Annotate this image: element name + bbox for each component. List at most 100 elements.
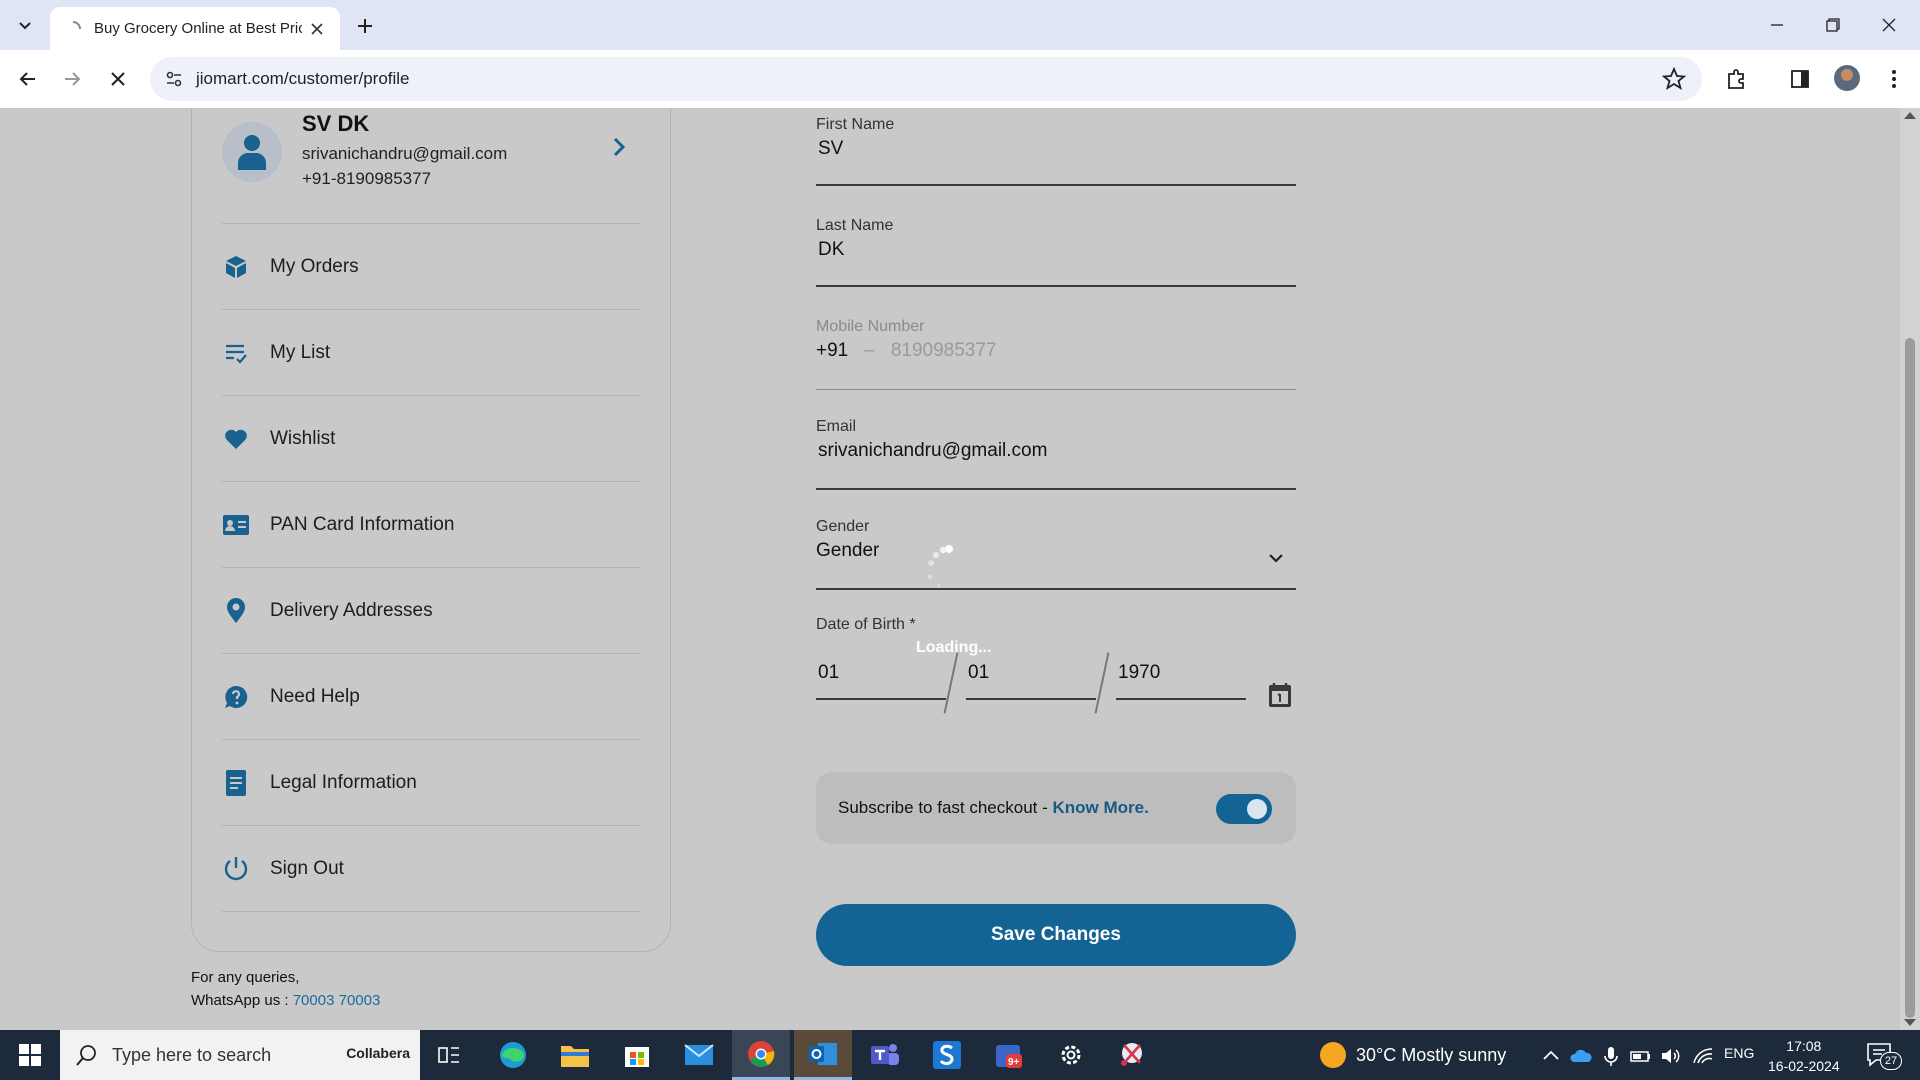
chevron-down-icon [19,22,31,30]
language-indicator[interactable]: ENG [1724,1045,1754,1061]
page-scrollbar[interactable] [1900,108,1920,1030]
onedrive-cloud-icon[interactable] [1570,1045,1592,1067]
gender-label: Gender [816,518,870,535]
weather-widget[interactable]: 30°C Mostly sunny [1320,1042,1506,1068]
search-icon [76,1045,96,1066]
chrome-menu-button[interactable] [1880,65,1908,93]
menu-item-my-list[interactable]: My List [222,309,640,395]
edge-icon [500,1042,526,1068]
stop-loading-button[interactable] [102,63,134,95]
dob-label-row: Date of Birth * [816,616,1296,646]
plus-icon [358,19,372,33]
gender-value[interactable]: Gender [816,540,1296,562]
taskbar-outlook[interactable] [794,1030,852,1080]
first-name-label: First Name [816,116,895,133]
dob-day-value[interactable]: 01 [816,662,946,684]
dob-month-value[interactable]: 01 [966,662,1096,684]
extensions-button[interactable] [1722,65,1750,93]
profile-email: srivanichandru@gmail.com [302,144,508,163]
save-changes-button[interactable]: Save Changes [816,904,1296,966]
volume-icon[interactable] [1660,1045,1682,1067]
dob-day-input[interactable]: 01 [816,662,946,700]
taskbar-store[interactable] [608,1030,666,1080]
menu-item-pan-card[interactable]: PAN Card Information [222,481,640,567]
email-input[interactable]: srivanichandru@gmail.com [816,440,1296,462]
scroll-down-arrow-icon[interactable] [1904,1019,1916,1026]
subscribe-fast-checkout: Subscribe to fast checkout - Know More. [816,772,1296,844]
menu-item-need-help[interactable]: Need Help [222,653,640,739]
profile-chevron-icon[interactable] [606,134,632,160]
profile-avatar-icon[interactable] [1834,65,1860,91]
mobile-number-row: +91 – 8190985377 [816,340,1296,362]
side-panel-button[interactable] [1786,65,1814,93]
back-button[interactable] [12,63,44,95]
know-more-link[interactable]: Know More. [1053,798,1149,817]
mobile-number-field: Mobile Number +91 – 8190985377 [816,318,1296,390]
chevron-down-icon[interactable] [1266,548,1286,568]
more-vertical-icon [1892,70,1896,88]
last-name-field[interactable]: Last Name DK [816,217,1296,287]
menu-item-legal-information[interactable]: Legal Information [222,739,640,825]
queries-info: For any queries, WhatsApp us : 70003 700… [191,966,380,1012]
taskbar-teams[interactable] [856,1030,914,1080]
wifi-icon[interactable] [1692,1045,1714,1067]
last-name-input[interactable]: DK [816,239,1296,261]
menu-label: My List [270,341,331,363]
menu-item-sign-out[interactable]: Sign Out [222,825,640,911]
taskbar-snipping-tool[interactable] [1104,1030,1162,1080]
bookmark-star-icon[interactable] [1662,67,1686,91]
dob-year-value[interactable]: 1970 [1116,662,1246,684]
microphone-icon[interactable] [1600,1045,1622,1067]
box-icon [222,253,250,281]
taskbar-search[interactable]: Type here to search Collabera [60,1030,420,1080]
dob-month-input[interactable]: 01 [966,662,1096,700]
close-window-button[interactable] [1856,0,1920,50]
taskbar-file-explorer[interactable] [546,1030,604,1080]
search-brand-label: Collabera [346,1045,410,1061]
dob-year-input[interactable]: 1970 [1116,662,1246,700]
active-tab[interactable]: Buy Grocery Online at Best Price [50,7,340,50]
task-view-button[interactable] [420,1030,478,1080]
taskbar-chrome[interactable] [732,1030,790,1080]
side-panel-icon [1791,70,1809,88]
menu-item-wishlist[interactable]: Wishlist [222,395,640,481]
battery-icon[interactable] [1630,1045,1652,1067]
start-button[interactable] [0,1030,60,1080]
id-card-icon [222,511,250,539]
scroll-up-arrow-icon[interactable] [1904,112,1916,119]
first-name-field[interactable]: First Name SV [816,116,1296,186]
address-bar[interactable]: jiomart.com/customer/profile [150,57,1702,101]
gender-select[interactable]: Gender Gender [816,518,1296,590]
toggle-knob [1247,799,1267,819]
page-content: SV DK srivanichandru@gmail.com +91-81909… [0,108,1900,1030]
system-clock[interactable]: 17:08 16-02-2024 [1768,1036,1840,1076]
forward-button[interactable] [56,63,88,95]
task-view-icon [438,1047,459,1063]
url-text: jiomart.com/customer/profile [196,69,410,88]
date-separator [1094,652,1110,714]
taskbar-settings[interactable] [1042,1030,1100,1080]
site-settings-icon[interactable] [160,65,188,93]
menu-item-delivery-addresses[interactable]: Delivery Addresses [222,567,640,653]
new-tab-button[interactable] [352,13,378,39]
email-field[interactable]: Email srivanichandru@gmail.com [816,418,1296,490]
close-tab-icon[interactable] [308,20,326,38]
taskbar-mail[interactable] [670,1030,728,1080]
whatsapp-number-link[interactable]: 70003 70003 [293,992,381,1009]
first-name-input[interactable]: SV [816,138,1296,160]
scroll-thumb[interactable] [1905,338,1915,1018]
calendar-icon[interactable] [1268,682,1292,708]
document-icon [222,769,250,797]
chevron-up-icon[interactable] [1540,1045,1562,1067]
subscribe-text: Subscribe to fast checkout - Know More. [838,798,1149,818]
location-pin-icon [222,597,250,625]
menu-item-my-orders[interactable]: My Orders [222,223,640,309]
taskbar-calendar-app[interactable]: 9+ [980,1030,1038,1080]
store-icon [625,1047,649,1067]
taskbar-app-s[interactable] [918,1030,976,1080]
taskbar-edge[interactable] [484,1030,542,1080]
menu-label: Wishlist [270,427,336,449]
subscribe-toggle[interactable] [1216,794,1272,824]
chrome-icon [748,1040,775,1067]
tab-search-button[interactable] [10,10,40,40]
